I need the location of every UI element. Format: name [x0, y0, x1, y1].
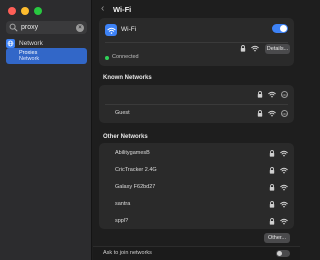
network-name: AbilitygamesB: [115, 150, 150, 156]
other-network-row[interactable]: santra: [99, 197, 294, 211]
sidebar: × Network Proxies Network: [0, 0, 92, 260]
globe-icon: [6, 38, 15, 48]
ask-to-join-label: Ask to join networks: [103, 250, 152, 256]
other-network-row[interactable]: AbilitygamesB: [99, 146, 294, 160]
wifi-signal-icon: [280, 201, 288, 208]
wifi-signal-icon: [280, 218, 288, 225]
divider: [105, 42, 288, 43]
wifi-signal-icon: [251, 45, 259, 52]
network-name: sppl?: [115, 218, 129, 224]
network-icons: [269, 218, 288, 225]
other-networks-card: AbilitygamesB CricTracker 2.4G Galaxy F6…: [99, 143, 294, 229]
clear-search-icon[interactable]: ×: [76, 23, 84, 32]
search-input[interactable]: [18, 24, 76, 31]
network-icons: •••: [257, 110, 288, 117]
lock-icon: [269, 167, 275, 174]
network-name: Guest: [115, 110, 130, 116]
wifi-card: Wi-Fi Connected Details...: [99, 18, 294, 66]
network-icons: [269, 184, 288, 191]
known-network-row[interactable]: •••: [99, 85, 294, 104]
main-pane: ‹ Wi-Fi Wi-Fi Connected Details... Known…: [93, 0, 300, 260]
other-networks-heading: Other Networks: [103, 134, 148, 140]
connected-network-icons: [240, 45, 259, 52]
network-icons: •••: [257, 91, 288, 98]
connected-network-status: Connected: [112, 53, 139, 60]
search-box[interactable]: ×: [6, 21, 87, 34]
network-icons: [269, 167, 288, 174]
network-icons: [269, 201, 288, 208]
lock-icon: [240, 45, 246, 52]
other-networks-button[interactable]: Other...: [264, 233, 290, 243]
wifi-app-icon: [105, 24, 117, 36]
sidebar-item-sublabel: Network: [19, 56, 40, 62]
search-icon: [9, 23, 18, 32]
sidebar-item-label: Network: [19, 39, 43, 47]
lock-icon: [257, 91, 263, 98]
network-name: Galaxy F62bd27: [115, 184, 156, 190]
lock-icon: [269, 184, 275, 191]
known-networks-heading: Known Networks: [103, 75, 152, 81]
lock-icon: [269, 150, 275, 157]
sidebar-item-network[interactable]: Network: [6, 38, 87, 48]
connected-status-dot: [105, 56, 109, 60]
lock-icon: [269, 201, 275, 208]
window-controls: [8, 7, 42, 15]
minimize-window-button[interactable]: [21, 7, 29, 15]
more-options-icon[interactable]: •••: [281, 110, 288, 117]
known-networks-card: ••• Guest •••: [99, 85, 294, 123]
ask-to-join-row: Ask to join networks: [93, 246, 300, 260]
close-window-button[interactable]: [8, 7, 16, 15]
system-settings-window: × Network Proxies Network ‹ Wi-Fi: [0, 0, 300, 260]
network-icons: [269, 150, 288, 157]
lock-icon: [269, 218, 275, 225]
maximize-window-button[interactable]: [34, 7, 42, 15]
page-title: Wi-Fi: [113, 5, 132, 14]
more-options-icon[interactable]: •••: [281, 91, 288, 98]
network-name: santra: [115, 201, 131, 207]
network-name: CricTracker 2.4G: [115, 167, 157, 173]
other-network-row[interactable]: sppl?: [99, 214, 294, 228]
details-button[interactable]: Details...: [265, 44, 290, 54]
wifi-signal-icon: [268, 91, 276, 98]
wifi-signal-icon: [280, 184, 288, 191]
wifi-signal-icon: [280, 167, 288, 174]
back-chevron-icon[interactable]: ‹: [101, 4, 104, 14]
wifi-label: Wi-Fi: [121, 26, 137, 33]
lock-icon: [257, 110, 263, 117]
known-network-row[interactable]: Guest •••: [99, 104, 294, 123]
other-network-row[interactable]: CricTracker 2.4G: [99, 163, 294, 177]
ask-to-join-toggle[interactable]: [276, 250, 290, 257]
other-network-row[interactable]: Galaxy F62bd27: [99, 180, 294, 194]
wifi-signal-icon: [280, 150, 288, 157]
wifi-signal-icon: [268, 110, 276, 117]
sidebar-item-proxies[interactable]: Proxies Network: [6, 48, 87, 64]
wifi-toggle[interactable]: [272, 24, 288, 33]
